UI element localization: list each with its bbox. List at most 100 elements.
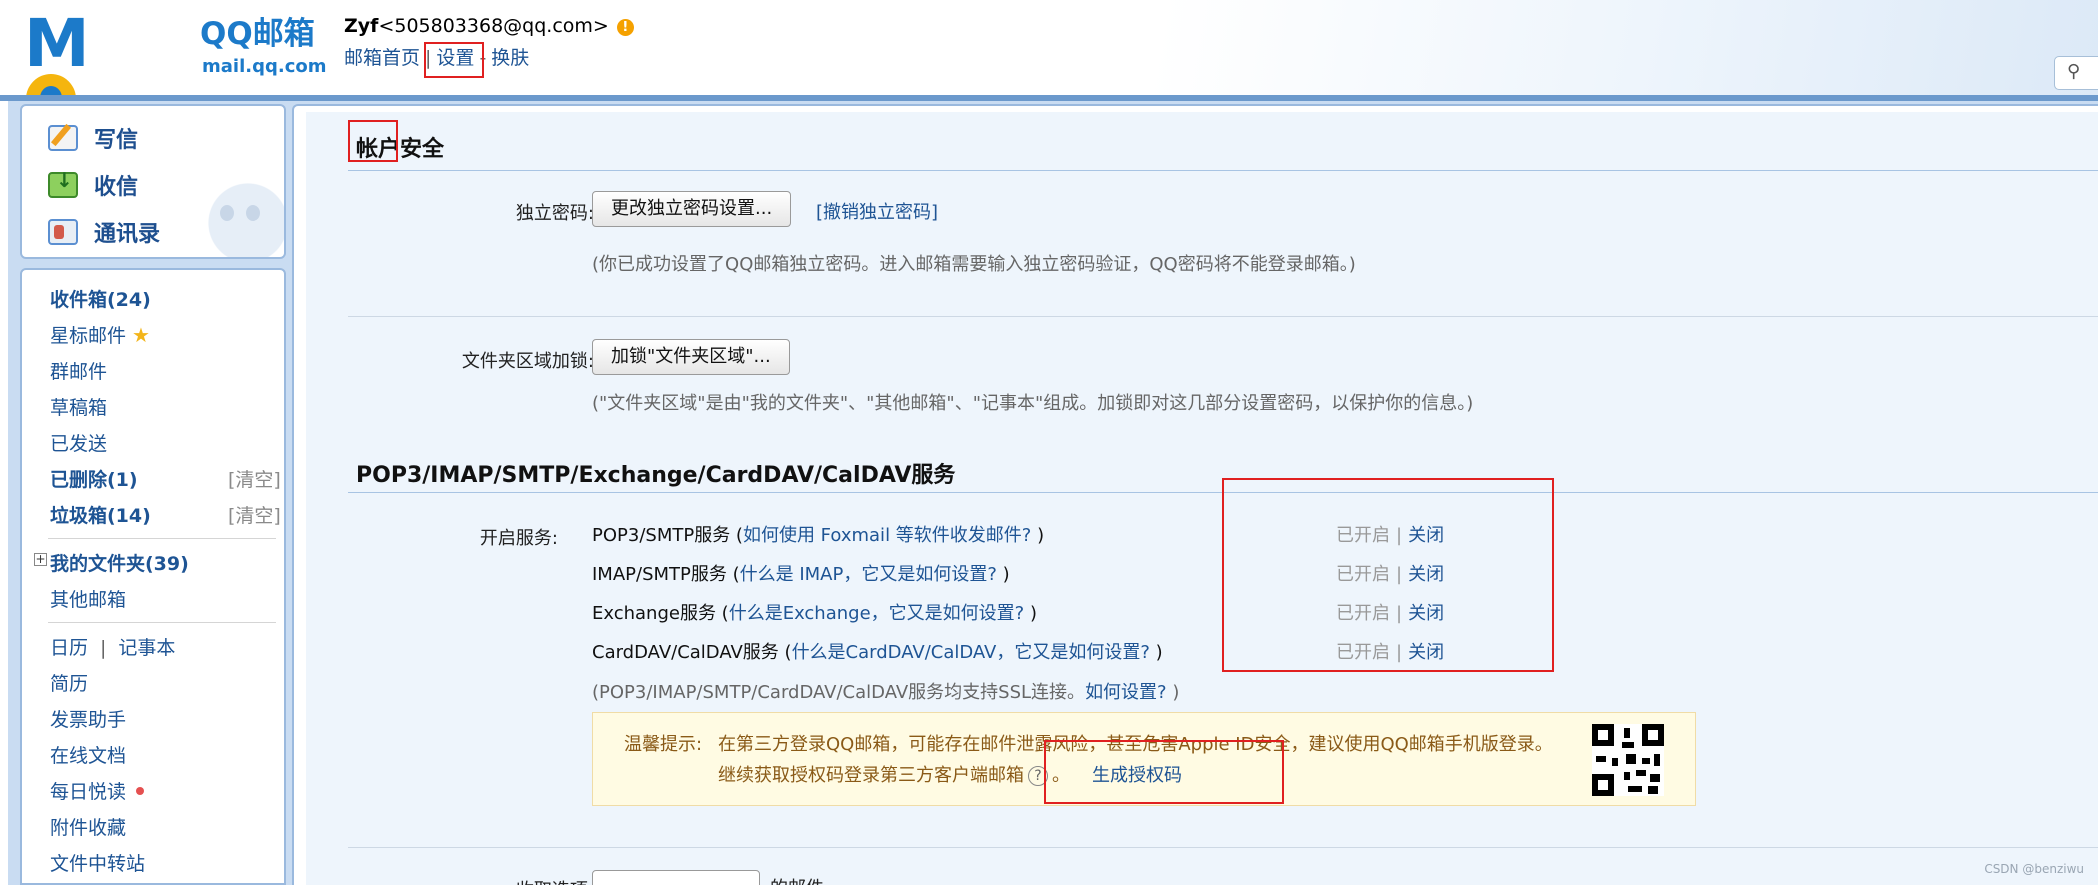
service-row-pop3: POP3/SMTP服务 (如何使用 Foxmail 等软件收发邮件? ) <box>592 521 1044 547</box>
tools-divider <box>48 622 276 623</box>
warning-icon[interactable]: ! <box>616 19 634 36</box>
nav-dash: - <box>479 47 487 69</box>
service-help-link[interactable]: 如何使用 Foxmail 等软件收发邮件? <box>743 525 1031 546</box>
receive-options-select[interactable] <box>592 870 760 885</box>
skin-link[interactable]: 换肤 <box>491 47 529 69</box>
clear-deleted-link[interactable]: [清空] <box>228 465 281 492</box>
qr-code-icon <box>1592 724 1664 796</box>
service-help-link[interactable]: 什么是Exchange，它又是如何设置? <box>729 603 1025 624</box>
service-name: Exchange服务 ( <box>592 603 729 624</box>
services-underline <box>348 492 2098 493</box>
close-service-link[interactable]: 关闭 <box>1408 525 1444 546</box>
write-button[interactable]: 写信 <box>48 118 138 158</box>
ssl-how-link[interactable]: 如何设置? <box>1085 682 1167 703</box>
service-row-imap: IMAP/SMTP服务 (什么是 IMAP，它又是如何设置? ) <box>592 560 1010 586</box>
folder-list-panel: 收件箱(24) 星标邮件 ★ 群邮件 草稿箱 已发送 已删除(1) [清空] 垃圾箱… <box>20 268 286 885</box>
folder-group[interactable]: 群邮件 <box>50 357 107 384</box>
contacts-label: 通讯录 <box>94 222 161 247</box>
search-icon: ⚲ <box>2067 61 2081 82</box>
contacts-button[interactable]: 通讯录 <box>48 212 160 252</box>
ssl-hint-prefix: (POP3/IMAP/SMTP/CardDAV/CalDAV服务均支持SSL连接… <box>592 682 1086 703</box>
contacts-icon <box>48 219 78 245</box>
write-label: 写信 <box>94 128 139 153</box>
folder-starred[interactable]: 星标邮件 ★ <box>50 321 150 348</box>
service-name-end: ) <box>1031 525 1045 546</box>
service-name-end: ) <box>996 564 1010 585</box>
ssl-hint: (POP3/IMAP/SMTP/CardDAV/CalDAV服务均支持SSL连接… <box>592 678 1179 704</box>
status-text: 已开启 <box>1336 564 1390 585</box>
folder-drafts[interactable]: 草稿箱 <box>50 393 107 420</box>
change-pwd-button[interactable]: 更改独立密码设置... <box>592 191 792 227</box>
daily-read-label: 每日悦读 <box>50 781 127 803</box>
receive-label: 收信 <box>94 175 139 200</box>
receive-options-label: 收取选项: <box>394 876 594 885</box>
tip-label: 温馨提示: <box>624 734 703 755</box>
folder-spam[interactable]: 垃圾箱(14) [清空] <box>50 501 281 528</box>
folder-inbox[interactable]: 收件箱(24) <box>50 285 151 312</box>
clear-spam-link[interactable]: [清空] <box>228 501 281 528</box>
service-name: IMAP/SMTP服务 ( <box>592 564 740 585</box>
status-text: 已开启 <box>1336 642 1390 663</box>
folder-lock-hint: ("文件夹区域"是由"我的文件夹"、"其他邮箱"、"记事本"组成。加锁即对这几部… <box>592 393 1474 414</box>
notepad-link[interactable]: 记事本 <box>118 637 175 659</box>
folder-sent[interactable]: 已发送 <box>50 429 107 456</box>
service-name: POP3/SMTP服务 ( <box>592 525 743 546</box>
search-input[interactable]: ⚲ <box>2054 56 2098 90</box>
folder-divider <box>48 538 276 539</box>
pwd-hint: (你已成功设置了QQ邮箱独立密码。进入邮箱需要输入独立密码验证，QQ密码将不能登… <box>592 254 1356 275</box>
header-nav: 邮箱首页 | 设置 - 换肤 <box>344 43 529 70</box>
quick-actions-panel: 写信 收信 通讯录 <box>20 104 286 259</box>
folder-deleted[interactable]: 已删除(1) [清空] <box>50 465 281 492</box>
mail-home-link[interactable]: 邮箱首页 <box>344 47 420 69</box>
docs-link[interactable]: 在线文档 <box>50 741 126 768</box>
resume-link[interactable]: 简历 <box>50 669 88 696</box>
service-status-pop3: 已开启 | 关闭 <box>1336 521 1444 547</box>
service-row-exchange: Exchange服务 (什么是Exchange，它又是如何设置? ) <box>592 599 1037 625</box>
services-title: POP3/IMAP/SMTP/Exchange/CardDAV/CalDAV服务 <box>356 463 956 488</box>
generate-auth-code-link[interactable]: 生成授权码 <box>1092 761 1182 787</box>
tip-line-2-text: 继续获取授权码登录第三方客户端邮箱 <box>718 765 1024 786</box>
cancel-pwd-link[interactable]: [撤销独立密码] <box>816 198 938 224</box>
service-name-end: ) <box>1149 642 1163 663</box>
close-service-link[interactable]: 关闭 <box>1408 603 1444 624</box>
transfer-link[interactable]: 文件中转站 <box>50 849 145 876</box>
service-name-end: ) <box>1024 603 1037 624</box>
folder-spam-label: 垃圾箱(14) <box>50 505 151 527</box>
invoice-link[interactable]: 发票助手 <box>50 705 126 732</box>
settings-link[interactable]: 设置 <box>436 47 474 69</box>
ssl-hint-suffix: ) <box>1166 682 1180 703</box>
logo-domain-text: mail.qq.com <box>202 56 327 77</box>
folder-deleted-label: 已删除(1) <box>50 469 138 491</box>
close-service-link[interactable]: 关闭 <box>1408 642 1444 663</box>
folder-other-mailbox[interactable]: 其他邮箱 <box>50 585 126 612</box>
calendar-link[interactable]: 日历 <box>50 637 88 659</box>
close-service-link[interactable]: 关闭 <box>1408 564 1444 585</box>
account-security-title: 帐户安全 <box>356 137 445 162</box>
independent-pwd-label: 独立密码: <box>515 203 594 224</box>
nav-separator: | <box>425 47 432 69</box>
service-status-exchange: 已开启 | 关闭 <box>1336 599 1444 625</box>
user-identity: Zyf<505803368@qq.com>! <box>344 15 634 37</box>
write-icon <box>48 125 78 151</box>
unread-dot-icon <box>136 787 145 795</box>
user-email: <505803368@qq.com> <box>378 15 609 37</box>
help-icon[interactable]: ? <box>1028 766 1048 786</box>
service-help-link[interactable]: 什么是CardDAV/CalDAV，它又是如何设置? <box>792 642 1150 663</box>
folder-my-folders[interactable]: 我的文件夹(39) <box>50 549 189 576</box>
row-divider <box>348 316 2098 317</box>
star-icon: ★ <box>132 323 150 347</box>
user-name: Zyf <box>344 15 379 37</box>
folder-lock-button[interactable]: 加锁"文件夹区域"... <box>592 339 790 375</box>
penguin-decoration <box>176 157 284 257</box>
service-help-link[interactable]: 什么是 IMAP，它又是如何设置? <box>740 564 997 585</box>
daily-read-link[interactable]: 每日悦读 <box>50 777 145 804</box>
tools-separator: | <box>100 637 107 659</box>
logo-brand-text: QQ邮箱 <box>200 16 315 52</box>
csdn-watermark: CSDN @benziwu <box>1984 862 2084 876</box>
service-status-imap: 已开启 | 关闭 <box>1336 560 1444 586</box>
receive-button[interactable]: 收信 <box>48 165 138 205</box>
expand-toggle-icon[interactable]: + <box>34 553 47 566</box>
folder-lock-label: 文件夹区域加锁: <box>461 351 594 372</box>
attachments-link[interactable]: 附件收藏 <box>50 813 126 840</box>
service-row-caldav: CardDAV/CalDAV服务 (什么是CardDAV/CalDAV，它又是如… <box>592 638 1163 664</box>
